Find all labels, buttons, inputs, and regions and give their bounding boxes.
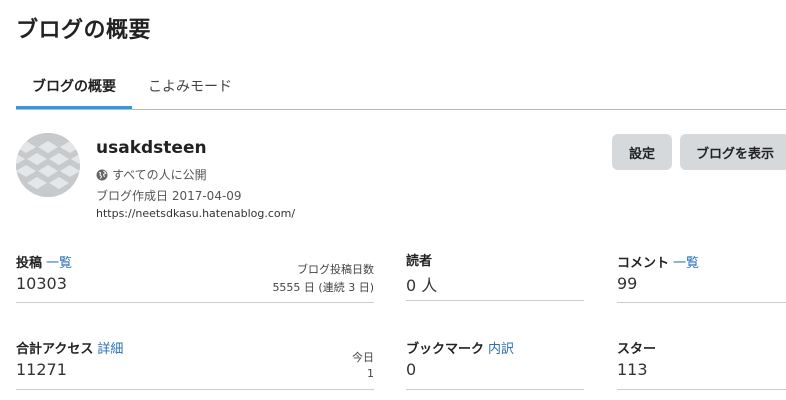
readers-stat: 読者 0 人: [406, 250, 584, 301]
view-blog-button[interactable]: ブログを表示: [680, 134, 786, 170]
comments-count: 99: [617, 274, 638, 293]
access-stat: 合計アクセス 詳細 11271 今日 1: [16, 338, 374, 390]
stars-count: 113: [617, 360, 648, 379]
readers-label: 読者: [406, 254, 433, 269]
access-detail-link[interactable]: 詳細: [97, 342, 123, 357]
access-count: 11271: [16, 360, 67, 379]
tab-bar: ブログの概要 こよみモード: [16, 72, 786, 110]
bookmarks-stat-label-row: ブックマーク 内訳: [406, 338, 514, 357]
today-value: 1: [367, 367, 374, 380]
readers-count: 0 人: [406, 276, 438, 295]
visibility-status: すべての人に公開: [96, 166, 207, 183]
page-title: ブログの概要: [16, 18, 152, 43]
comments-stat: コメント 一覧 99: [617, 252, 786, 303]
access-label: 合計アクセス: [16, 342, 94, 357]
access-stat-label-row: 合計アクセス 詳細: [16, 338, 123, 357]
tab-blog-overview[interactable]: ブログの概要: [16, 78, 132, 109]
avatar[interactable]: [16, 133, 80, 197]
bookmarks-stat: ブックマーク 内訳 0: [406, 338, 584, 390]
comments-label: コメント: [617, 256, 670, 271]
settings-button[interactable]: 設定: [612, 134, 672, 170]
comments-stat-label-row: コメント 一覧: [617, 252, 699, 271]
comments-list-link[interactable]: 一覧: [673, 256, 699, 271]
posts-stat: 投稿 一覧 10303 ブログ投稿日数 5555 日 (連続 3 日): [16, 252, 374, 303]
posting-days-value: 5555 日 (連続 3 日): [272, 281, 374, 294]
posts-count: 10303: [16, 274, 67, 293]
bookmarks-count: 0: [406, 360, 417, 379]
bookmarks-breakdown-link[interactable]: 内訳: [488, 342, 514, 357]
posting-days-label: ブログ投稿日数: [297, 263, 374, 276]
blog-created-date: ブログ作成日 2017-04-09: [96, 189, 242, 203]
stars-label: スター: [617, 342, 657, 357]
blog-url: https://neetsdkasu.hatenablog.com/: [96, 207, 296, 220]
posts-stat-label-row: 投稿 一覧: [16, 252, 72, 271]
today-label: 今日: [352, 351, 374, 364]
stars-stat: スター 113: [617, 338, 786, 390]
avatar-pattern-image: [16, 133, 80, 197]
bookmarks-label: ブックマーク: [406, 342, 485, 357]
posts-list-link[interactable]: 一覧: [46, 256, 72, 271]
posts-label: 投稿: [16, 256, 43, 271]
visibility-label: すべての人に公開: [112, 168, 207, 182]
tab-calendar-mode[interactable]: こよみモード: [148, 78, 232, 109]
blog-name: usakdsteen: [96, 138, 207, 158]
globe-icon: [96, 169, 108, 180]
